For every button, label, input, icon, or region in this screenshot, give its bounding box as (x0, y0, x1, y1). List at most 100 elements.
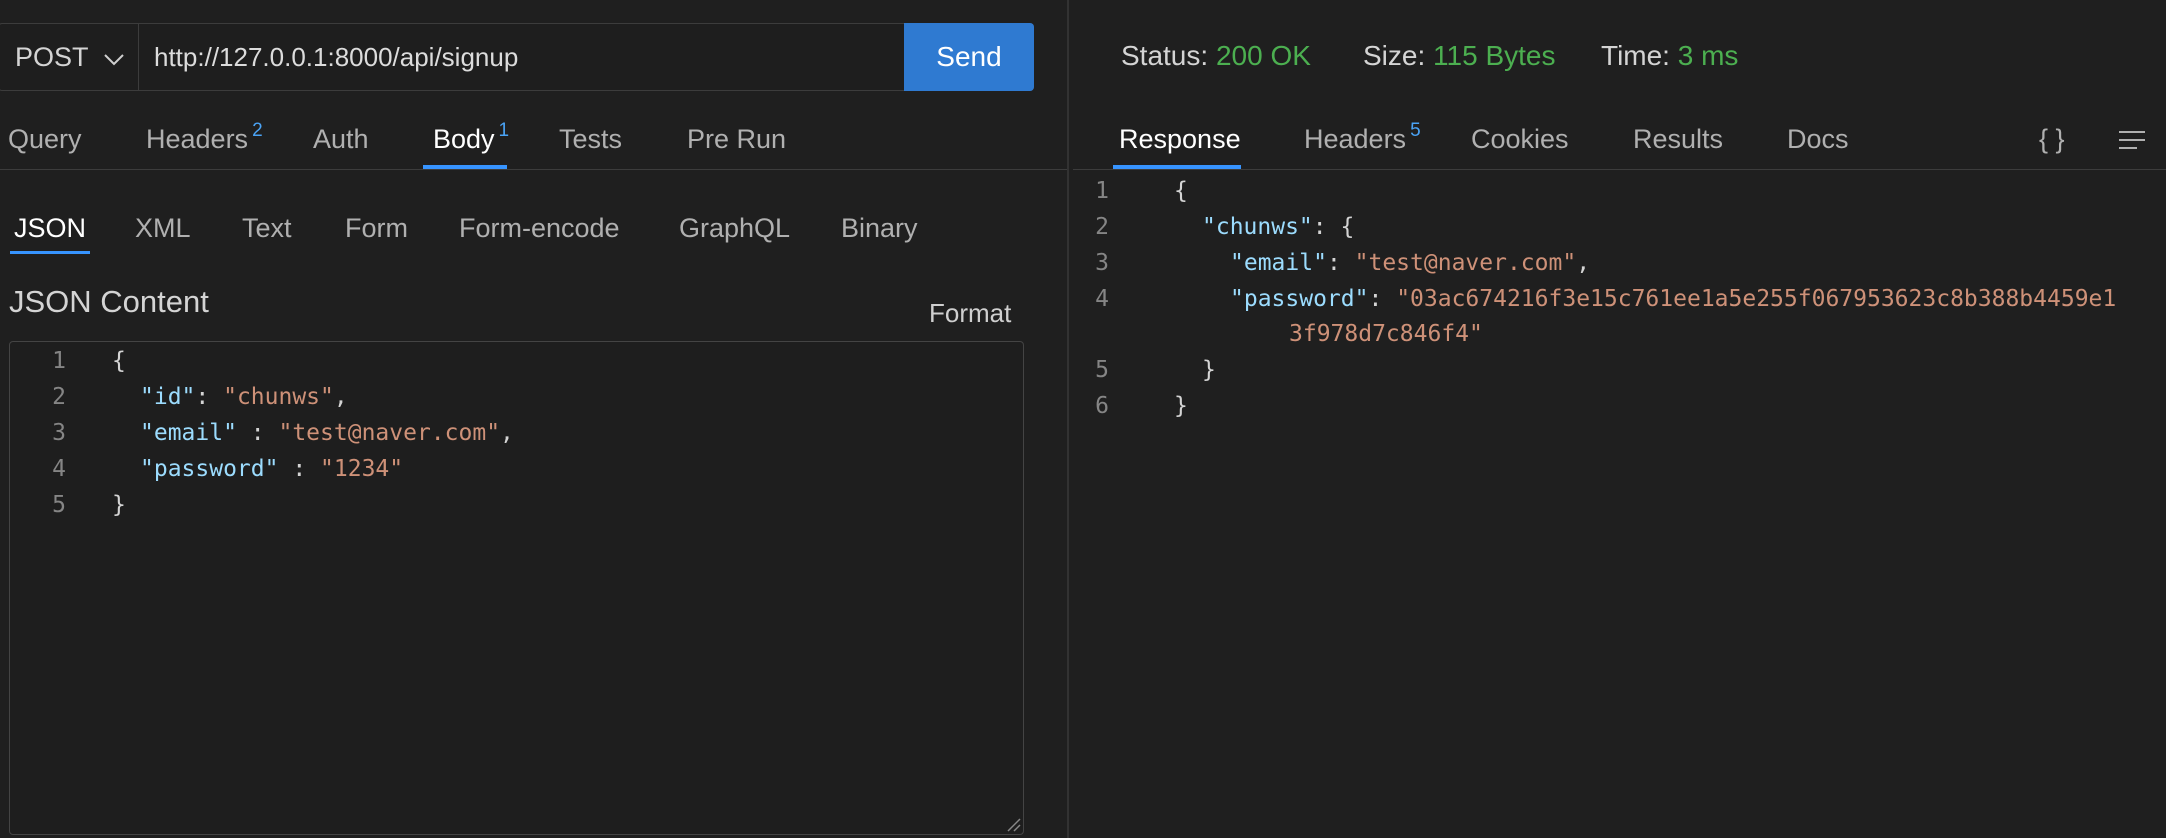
line-number: 5 (52, 492, 66, 518)
body-type-indicator (10, 251, 90, 254)
response-pane: Status: 200 OK Size: 115 Bytes Time: 3 m… (1069, 0, 2166, 838)
body-type-text[interactable]: Text (242, 213, 292, 244)
tab-query-label: Query (8, 124, 82, 154)
body-type-graphql[interactable]: GraphQL (679, 213, 790, 244)
json-sep: : (278, 456, 321, 482)
code-line: "email" : "test@naver.com", (140, 420, 514, 446)
code-line: } (1202, 357, 1216, 383)
code-line: } (1174, 393, 1188, 419)
response-tabs-divider (1073, 169, 2166, 170)
section-title: JSON Content (9, 284, 209, 319)
tab-results-label: Results (1633, 124, 1724, 154)
code-line: "email": "test@naver.com", (1230, 250, 1590, 276)
url-bar: POST Send (0, 23, 1034, 91)
status-label: Status: (1121, 40, 1209, 71)
format-button[interactable]: Format (929, 298, 1011, 329)
brace: } (112, 492, 126, 518)
size-info: Size: 115 Bytes (1363, 40, 1555, 72)
tab-headers[interactable]: Headers 2 (146, 120, 263, 155)
json-sep: : { (1312, 214, 1355, 240)
json-key: "email" (140, 420, 237, 446)
json-sep: : (1326, 250, 1355, 276)
braces-icon[interactable]: { } (2039, 124, 2065, 155)
time-value: 3 ms (1677, 40, 1739, 71)
body-type-form[interactable]: Form (345, 213, 408, 244)
code-line: { (112, 348, 126, 374)
request-pane: POST Send Query Headers2 Auth Body1 Test… (0, 0, 1067, 838)
json-value: "test@naver.com" (278, 420, 501, 446)
tab-docs[interactable]: Docs (1787, 124, 1849, 155)
json-sep: : (195, 384, 224, 410)
json-key: "email" (1230, 250, 1327, 276)
json-comma: , (500, 420, 514, 446)
tab-pre-run[interactable]: Pre Run (687, 124, 786, 155)
url-input[interactable] (154, 24, 894, 90)
json-key: "chunws" (1202, 214, 1313, 240)
tab-tests[interactable]: Tests (559, 124, 622, 155)
send-button[interactable]: Send (904, 23, 1034, 91)
tab-headers-label: Headers (146, 124, 249, 154)
line-number: 3 (52, 420, 66, 446)
tab-response[interactable]: Response (1119, 124, 1241, 155)
json-value: "test@naver.com" (1354, 250, 1577, 276)
line-number: 4 (52, 456, 66, 482)
code-line: "password": "03ac674216f3e15c761ee1a5e25… (1230, 286, 2116, 312)
body-type-binary[interactable]: Binary (841, 213, 918, 244)
tab-response-label: Response (1119, 124, 1241, 154)
body-type-xml[interactable]: XML (135, 213, 191, 244)
time-label: Time: (1601, 40, 1670, 71)
tab-pre-run-label: Pre Run (687, 124, 787, 154)
tab-auth[interactable]: Auth (313, 124, 369, 155)
code-line: { (1174, 178, 1188, 204)
code-line: } (112, 492, 126, 518)
json-editor[interactable]: 1 2 3 4 5 { "id": "chunws", "email" : "t… (9, 341, 1024, 835)
tab-response-headers-label: Headers (1304, 124, 1407, 154)
size-label: Size: (1363, 40, 1426, 71)
line-number: 3 (1095, 250, 1109, 276)
json-sep: : (1368, 286, 1397, 312)
line-number: 1 (52, 348, 66, 374)
line-number: 4 (1095, 286, 1109, 312)
line-number: 5 (1095, 357, 1109, 383)
tab-docs-label: Docs (1787, 124, 1849, 154)
body-count-badge: 1 (498, 120, 510, 141)
tab-cookies-label: Cookies (1471, 124, 1569, 154)
tab-results[interactable]: Results (1633, 124, 1723, 155)
json-comma: , (333, 384, 348, 410)
status-value: 200 OK (1215, 40, 1311, 71)
body-type-form-encode[interactable]: Form-encode (459, 213, 620, 244)
tab-body[interactable]: Body 1 (433, 120, 509, 155)
line-number: 6 (1095, 393, 1109, 419)
line-number: 2 (52, 384, 66, 410)
json-key: "password" (140, 456, 279, 482)
tab-query[interactable]: Query (8, 124, 82, 155)
tab-response-headers[interactable]: Headers 5 (1304, 120, 1421, 155)
json-value: 3f978d7c846f4" (1289, 321, 1483, 347)
menu-icon[interactable] (2117, 128, 2147, 152)
headers-count-badge: 2 (252, 120, 263, 141)
method-label: POST (15, 41, 89, 72)
response-headers-count-badge: 5 (1410, 120, 1421, 141)
resize-handle-icon[interactable] (1005, 816, 1021, 832)
brace: } (1174, 393, 1188, 419)
tabs-divider (0, 169, 1067, 170)
tab-cookies[interactable]: Cookies (1471, 124, 1569, 155)
tab-body-label: Body (433, 124, 495, 154)
code-line: "chunws": { (1202, 214, 1354, 240)
brace: } (1202, 357, 1216, 383)
tab-tests-label: Tests (559, 124, 623, 154)
status-info: Status: 200 OK (1121, 40, 1311, 72)
json-value: "03ac674216f3e15c761ee1a5e255f067953623c… (1396, 286, 2117, 312)
code-line: "id": "chunws", (140, 384, 348, 410)
code-line: "password" : "1234" (140, 456, 403, 482)
method-select[interactable]: POST (0, 24, 139, 90)
json-key: "password" (1230, 286, 1369, 312)
json-value: "1234" (320, 456, 404, 482)
body-type-json[interactable]: JSON (14, 213, 86, 244)
line-number: 2 (1095, 214, 1109, 240)
json-key: "id" (140, 384, 196, 410)
tab-auth-label: Auth (313, 124, 369, 154)
json-value: "chunws" (223, 384, 334, 410)
code-line-wrapped: 3f978d7c846f4" (1289, 321, 1483, 347)
chevron-down-icon (104, 54, 124, 66)
